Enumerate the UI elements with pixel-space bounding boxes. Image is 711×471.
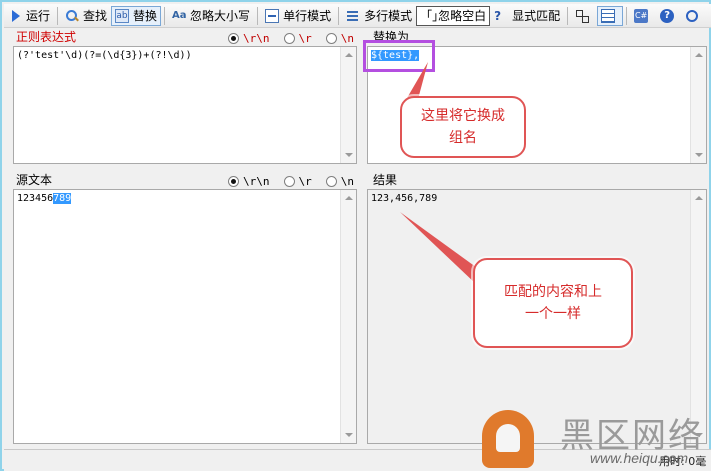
callout-replace-note: 这里将它换成 组名 (400, 96, 526, 158)
app-window: 运行 查找 ab 替换 Aa 忽略大小写 单行模式 多行模式 「」 忽略空白 ?… (0, 0, 711, 471)
watermark-url: www.heiqu.com (590, 450, 689, 466)
arrow-to-result (400, 212, 480, 284)
callout-result-note: 匹配的内容和上 一个一样 (473, 258, 633, 348)
watermark: 黑区网络 www.heiqu.com (482, 408, 710, 470)
mushroom-logo-icon (482, 410, 534, 468)
annotation-arrows (400, 62, 480, 284)
